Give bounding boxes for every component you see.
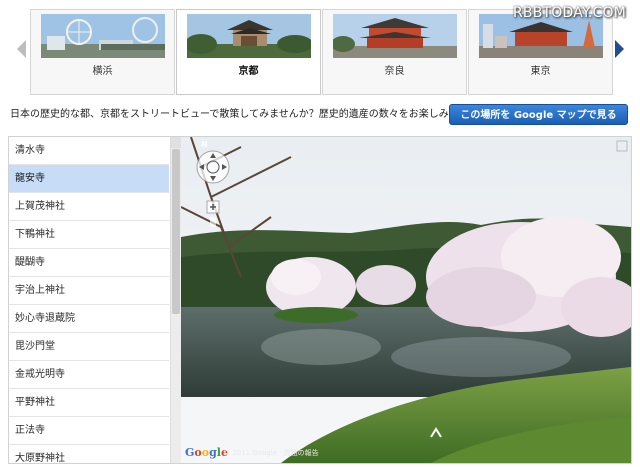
list-item[interactable]: 毘沙門堂	[9, 333, 169, 361]
watermark: RBBTODAY.COM	[513, 5, 626, 21]
google-logo: Google	[185, 446, 228, 459]
list-item[interactable]: 宇治上神社	[9, 277, 169, 305]
street-view-panorama[interactable]	[181, 137, 631, 463]
list-item[interactable]: 清水寺	[9, 137, 169, 165]
list-item-selected[interactable]: 龍安寺	[9, 165, 169, 193]
list-item[interactable]: 妙心寺退蔵院	[9, 305, 169, 333]
yokohama-thumbnail	[41, 14, 165, 58]
tab-kyoto[interactable]: 京都	[176, 9, 321, 95]
open-google-maps-button[interactable]: この場所を Google マップで見る	[449, 104, 628, 125]
compass-north-label: N	[201, 140, 208, 149]
list-item[interactable]: 上賀茂神社	[9, 193, 169, 221]
list-item[interactable]: 正法寺	[9, 417, 169, 445]
description-text: 日本の歴史的な都、京都をストリートビューで散策してみませんか？歴史的遺産の数々を…	[10, 109, 499, 120]
tab-nara[interactable]: 奈良	[322, 9, 467, 95]
list-item[interactable]: 金戒光明寺	[9, 361, 169, 389]
chevron-right-icon[interactable]	[613, 38, 627, 60]
kyoto-thumbnail	[187, 14, 311, 58]
tab-label: 京都	[238, 66, 259, 77]
chevron-left-icon[interactable]	[14, 38, 28, 60]
map-copyright: © 2011 Google · 問題の報告	[223, 449, 319, 457]
tab-yokohama[interactable]: 横浜	[30, 9, 175, 95]
nara-thumbnail	[333, 14, 457, 58]
scroll-up-button[interactable]	[171, 137, 181, 148]
tab-tokyo[interactable]: 東京	[468, 9, 613, 95]
list-scrollbar[interactable]	[170, 137, 181, 463]
location-list: 清水寺 龍安寺 上賀茂神社 下鴨神社 醍醐寺 宇治上神社 妙心寺退蔵院 毘沙門堂…	[9, 137, 169, 463]
list-item[interactable]: 醍醐寺	[9, 249, 169, 277]
tab-label: 奈良	[384, 66, 405, 77]
list-item[interactable]: 大原野神社	[9, 445, 169, 463]
list-item[interactable]: 下鴨神社	[9, 221, 169, 249]
scroll-thumb[interactable]	[172, 149, 180, 314]
tab-label: 横浜	[92, 66, 113, 77]
tab-label: 東京	[530, 66, 551, 77]
list-item[interactable]: 平野神社	[9, 389, 169, 417]
